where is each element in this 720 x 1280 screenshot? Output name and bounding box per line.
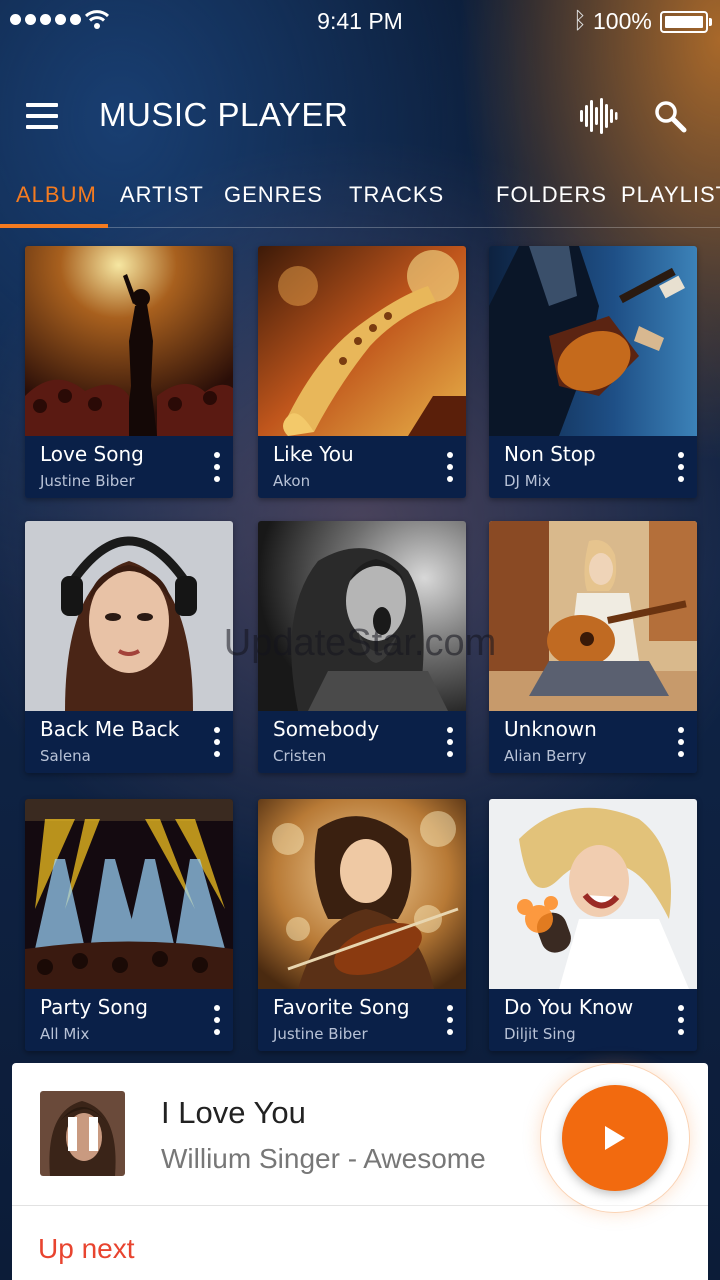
album-title: Unknown bbox=[504, 717, 597, 741]
play-button[interactable] bbox=[562, 1085, 668, 1191]
album-card[interactable]: Unknown Alian Berry bbox=[489, 521, 697, 773]
album-artist: All Mix bbox=[40, 1025, 90, 1043]
tab-genres[interactable]: GENRES bbox=[224, 182, 323, 208]
album-art-guitarist bbox=[489, 246, 697, 436]
up-next-label[interactable]: Up next bbox=[38, 1233, 135, 1265]
album-caption: Do You Know Diljit Sing bbox=[489, 989, 697, 1051]
album-caption: Party Song All Mix bbox=[25, 989, 233, 1051]
album-art-screaming-singer bbox=[258, 521, 466, 711]
album-caption: Unknown Alian Berry bbox=[489, 711, 697, 773]
tab-artist[interactable]: ARTIST bbox=[120, 182, 204, 208]
category-tabs: ALBUM ARTIST GENRES TRACKS FOLDERS PLAYL… bbox=[0, 178, 720, 228]
album-title: Party Song bbox=[40, 995, 148, 1019]
album-caption: Love Song Justine Biber bbox=[25, 436, 233, 498]
album-art-acoustic-guitar bbox=[489, 521, 697, 711]
equalizer-wave-icon[interactable] bbox=[578, 96, 618, 136]
album-art-stage-lights bbox=[25, 799, 233, 989]
album-card[interactable]: Somebody Cristen bbox=[258, 521, 466, 773]
album-caption: Favorite Song Justine Biber bbox=[258, 989, 466, 1051]
active-tab-indicator bbox=[0, 224, 108, 228]
album-art-saxophone bbox=[258, 246, 466, 436]
album-title: Non Stop bbox=[504, 442, 596, 466]
album-art-violinist bbox=[258, 799, 466, 989]
album-title: Back Me Back bbox=[40, 717, 180, 741]
album-artist: DJ Mix bbox=[504, 472, 551, 490]
more-options-icon[interactable] bbox=[671, 727, 691, 757]
album-caption: Non Stop DJ Mix bbox=[489, 436, 697, 498]
more-options-icon[interactable] bbox=[671, 452, 691, 482]
now-playing-title: I Love You bbox=[161, 1095, 306, 1130]
album-card[interactable]: Do You Know Diljit Sing bbox=[489, 799, 697, 1051]
album-caption: Back Me Back Salena bbox=[25, 711, 233, 773]
tab-tracks[interactable]: TRACKS bbox=[349, 182, 444, 208]
album-caption: Somebody Cristen bbox=[258, 711, 466, 773]
album-artist: Justine Biber bbox=[273, 1025, 368, 1043]
more-options-icon[interactable] bbox=[207, 452, 227, 482]
album-artist: Cristen bbox=[273, 747, 327, 765]
more-options-icon[interactable] bbox=[671, 1005, 691, 1035]
more-options-icon[interactable] bbox=[207, 727, 227, 757]
album-artist: Justine Biber bbox=[40, 472, 135, 490]
bluetooth-icon: ᛒ bbox=[573, 8, 587, 34]
album-card[interactable]: Love Song Justine Biber bbox=[25, 246, 233, 498]
now-playing-art[interactable] bbox=[40, 1091, 125, 1176]
tab-album[interactable]: ALBUM bbox=[16, 182, 97, 208]
now-playing-artist: Willium Singer - Awesome bbox=[161, 1143, 486, 1174]
album-card[interactable]: Party Song All Mix bbox=[25, 799, 233, 1051]
album-card[interactable]: Like You Akon bbox=[258, 246, 466, 498]
album-card[interactable]: Favorite Song Justine Biber bbox=[258, 799, 466, 1051]
album-artist: Alian Berry bbox=[504, 747, 587, 765]
album-art-microphone-singer bbox=[489, 799, 697, 989]
page-title: MUSIC PLAYER bbox=[99, 96, 349, 133]
album-title: Do You Know bbox=[504, 995, 634, 1019]
search-icon[interactable] bbox=[652, 98, 688, 134]
play-icon bbox=[605, 1126, 625, 1150]
album-card[interactable]: Back Me Back Salena bbox=[25, 521, 233, 773]
tab-folders[interactable]: FOLDERS bbox=[496, 182, 607, 208]
tab-playlist[interactable]: PLAYLIST bbox=[621, 182, 720, 208]
more-options-icon[interactable] bbox=[207, 1005, 227, 1035]
album-title: Somebody bbox=[273, 717, 380, 741]
hamburger-menu-icon[interactable] bbox=[26, 103, 58, 129]
album-title: Like You bbox=[273, 442, 354, 466]
battery-percentage: 100% bbox=[593, 8, 652, 34]
album-caption: Like You Akon bbox=[258, 436, 466, 498]
album-title: Love Song bbox=[40, 442, 144, 466]
album-artist: Diljit Sing bbox=[504, 1025, 576, 1043]
album-art-concert-singer bbox=[25, 246, 233, 436]
album-title: Favorite Song bbox=[273, 995, 410, 1019]
status-bar: 9:41 PM ᛒ 100% bbox=[0, 0, 720, 44]
battery-icon bbox=[660, 11, 712, 33]
album-card[interactable]: Non Stop DJ Mix bbox=[489, 246, 697, 498]
album-artist: Akon bbox=[273, 472, 311, 490]
pause-icon bbox=[68, 1117, 98, 1151]
more-options-icon[interactable] bbox=[440, 727, 460, 757]
more-options-icon[interactable] bbox=[440, 1005, 460, 1035]
more-options-icon[interactable] bbox=[440, 452, 460, 482]
album-artist: Salena bbox=[40, 747, 91, 765]
album-art-headphones-woman bbox=[25, 521, 233, 711]
